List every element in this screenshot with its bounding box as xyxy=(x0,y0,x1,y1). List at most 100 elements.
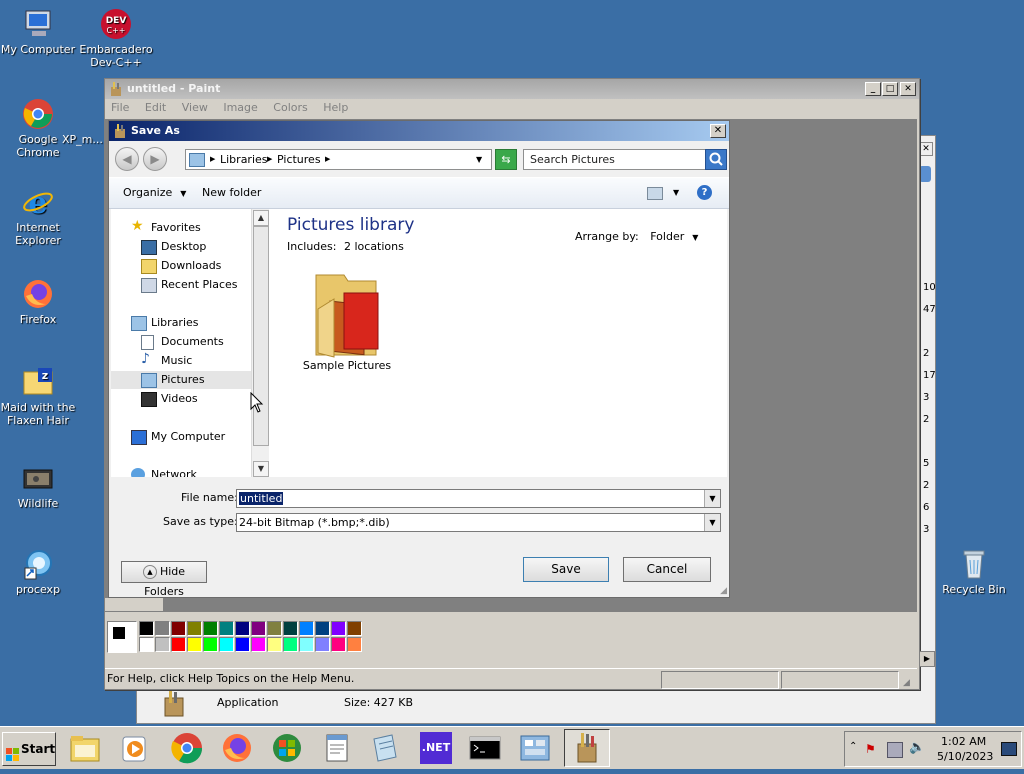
folder-sample-pictures[interactable]: Sample Pictures xyxy=(297,269,397,389)
color-swatch[interactable] xyxy=(219,637,234,652)
save-button[interactable]: Save xyxy=(523,557,609,582)
breadcrumb-chevron-icon[interactable]: ▶ xyxy=(210,150,215,169)
color-swatch[interactable] xyxy=(331,621,346,636)
color-swatch[interactable] xyxy=(251,637,266,652)
dialog-titlebar[interactable]: Save As ✕ xyxy=(109,121,729,141)
minimize-button[interactable]: _ xyxy=(865,82,881,96)
desktop-icon-wildlife[interactable]: Wildlife xyxy=(0,462,78,510)
nav-pictures[interactable]: Pictures xyxy=(111,371,251,389)
file-content-pane[interactable]: Pictures library Includes: 2 locations A… xyxy=(269,209,727,477)
file-name-field[interactable]: untitled ▼ xyxy=(236,489,721,508)
media-player-taskbar-icon[interactable] xyxy=(118,731,152,765)
desktop-icon-chrome[interactable]: Google Chrome xyxy=(0,98,78,159)
control-panel-taskbar-icon[interactable] xyxy=(518,731,552,765)
scroll-up-button[interactable]: ▲ xyxy=(253,210,269,226)
refresh-button[interactable]: ⇆ xyxy=(495,149,517,170)
color-swatch[interactable] xyxy=(315,637,330,652)
notepad-taskbar-icon[interactable] xyxy=(320,731,354,765)
nav-pane-scrollbar[interactable]: ▲ ▼ xyxy=(251,209,269,477)
menu-colors[interactable]: Colors xyxy=(273,101,307,114)
resize-grip-icon[interactable]: ◢ xyxy=(720,586,727,596)
windows-update-taskbar-icon[interactable] xyxy=(270,731,304,765)
color-swatch[interactable] xyxy=(283,621,298,636)
dialog-close-button[interactable]: ✕ xyxy=(710,124,726,138)
nav-favorites[interactable]: ★ Favorites xyxy=(111,219,251,237)
paint-titlebar[interactable]: untitled - Paint _ □ ✕ xyxy=(105,79,919,99)
color-swatch[interactable] xyxy=(331,637,346,652)
organize-button[interactable]: Organize ▼ xyxy=(123,178,186,209)
nav-videos[interactable]: Videos xyxy=(111,390,251,408)
desktop-icon-recycle-bin[interactable]: Recycle Bin xyxy=(934,548,1014,596)
nav-downloads[interactable]: Downloads xyxy=(111,257,251,275)
color-swatch[interactable] xyxy=(299,621,314,636)
locations-link[interactable]: 2 locations xyxy=(344,240,404,253)
color-swatch[interactable] xyxy=(267,621,282,636)
save-as-type-select[interactable]: 24-bit Bitmap (*.bmp;*.dib) ▼ xyxy=(236,513,721,532)
color-swatch[interactable] xyxy=(171,621,186,636)
close-button[interactable]: ✕ xyxy=(900,82,916,96)
menu-file[interactable]: File xyxy=(111,101,129,114)
color-swatch[interactable] xyxy=(347,621,362,636)
current-colors[interactable] xyxy=(107,621,137,653)
color-swatch[interactable] xyxy=(267,637,282,652)
color-swatch[interactable] xyxy=(283,637,298,652)
menu-help[interactable]: Help xyxy=(323,101,348,114)
color-swatch[interactable] xyxy=(187,637,202,652)
nav-music[interactable]: ♪ Music xyxy=(111,352,251,370)
breadcrumb-pictures[interactable]: Pictures xyxy=(277,150,321,169)
color-swatch[interactable] xyxy=(139,637,154,652)
menu-image[interactable]: Image xyxy=(223,101,257,114)
search-input[interactable]: Search Pictures xyxy=(523,149,711,170)
forward-button[interactable]: ▶ xyxy=(143,147,167,171)
color-swatch[interactable] xyxy=(139,621,154,636)
dropdown-arrow-icon[interactable]: ▼ xyxy=(704,490,720,507)
color-swatch[interactable] xyxy=(155,637,170,652)
desktop-icon-ie[interactable]: e Internet Explorer xyxy=(0,186,78,247)
nav-desktop[interactable]: Desktop xyxy=(111,238,251,256)
nav-my-computer[interactable]: My Computer xyxy=(111,428,251,446)
volume-icon[interactable]: 🔈 xyxy=(909,740,925,755)
help-icon[interactable]: ? xyxy=(697,185,712,200)
color-swatch[interactable] xyxy=(315,621,330,636)
close-icon[interactable]: ✕ xyxy=(919,142,933,156)
clock-date[interactable]: 5/10/2023 xyxy=(937,750,993,763)
desktop-icon-my-computer[interactable]: My Computer xyxy=(0,8,78,56)
color-swatch[interactable] xyxy=(187,621,202,636)
color-swatch[interactable] xyxy=(299,637,314,652)
color-swatch[interactable] xyxy=(347,637,362,652)
chrome-taskbar-icon[interactable] xyxy=(170,731,204,765)
show-hidden-icons-icon[interactable]: ⌃ xyxy=(849,741,857,752)
file-row-application[interactable]: Application Size: 427 KB xyxy=(157,688,457,718)
search-icon[interactable] xyxy=(705,149,727,170)
nav-documents[interactable]: Documents xyxy=(111,333,251,351)
address-dropdown-icon[interactable]: ▼ xyxy=(476,150,482,169)
paint-taskbar-icon[interactable] xyxy=(564,729,610,767)
desktop-icon-devcpp[interactable]: DEV C++ Embarcadero Dev-C++ xyxy=(76,8,156,69)
start-button[interactable]: Start xyxy=(2,732,56,766)
color-swatch[interactable] xyxy=(235,637,250,652)
view-icon[interactable] xyxy=(647,187,663,200)
view-dropdown-icon[interactable]: ▼ xyxy=(673,178,679,208)
arrange-by-dropdown[interactable]: Folder ▼ xyxy=(650,230,698,243)
color-swatch[interactable] xyxy=(155,621,170,636)
firefox-taskbar-icon[interactable] xyxy=(220,731,254,765)
nav-libraries[interactable]: Libraries xyxy=(111,314,251,332)
show-desktop-icon[interactable] xyxy=(1001,742,1017,756)
navigation-pane[interactable]: ★ Favorites Desktop Downloads Recent Pla… xyxy=(111,209,251,477)
desktop-icon-firefox[interactable]: Firefox xyxy=(0,278,78,326)
hide-folders-button[interactable]: ▲ Hide Folders xyxy=(121,561,207,598)
explorer-taskbar-icon[interactable] xyxy=(68,731,102,765)
network-status-icon[interactable] xyxy=(887,742,903,758)
color-swatch[interactable] xyxy=(203,621,218,636)
desktop-icon-procexp[interactable]: procexp xyxy=(0,548,78,596)
nav-recent-places[interactable]: Recent Places xyxy=(111,276,251,294)
color-swatch[interactable] xyxy=(251,621,266,636)
clock-time[interactable]: 1:02 AM xyxy=(941,735,986,748)
breadcrumb-chevron-icon[interactable]: ▶ xyxy=(267,150,272,169)
new-folder-button[interactable]: New folder xyxy=(202,178,261,208)
color-swatch[interactable] xyxy=(203,637,218,652)
menu-view[interactable]: View xyxy=(182,101,208,114)
maximize-button[interactable]: □ xyxy=(882,82,898,96)
color-swatch[interactable] xyxy=(219,621,234,636)
action-center-flag-icon[interactable]: ⚑ xyxy=(865,742,879,756)
